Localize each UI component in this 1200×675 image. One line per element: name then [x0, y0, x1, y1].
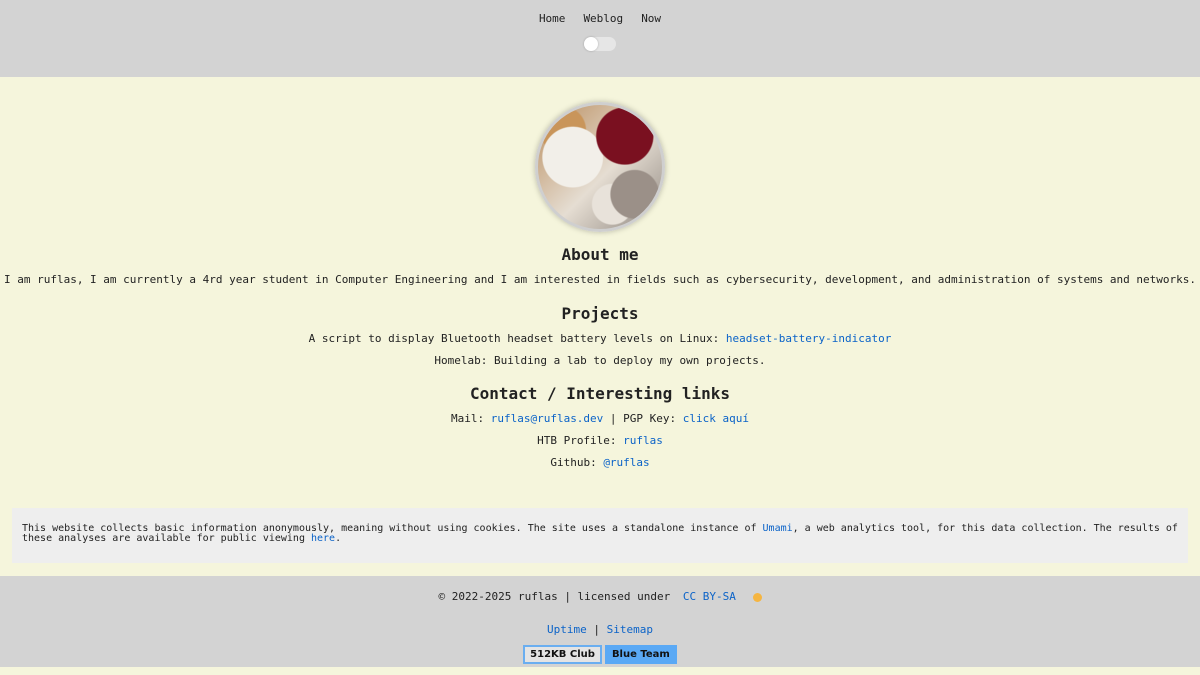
mail-label: Mail:	[450, 412, 491, 425]
site-footer: © 2022-2025 ruflas | licensed under CC B…	[0, 576, 1200, 667]
license-link[interactable]: CC BY-SA	[683, 590, 736, 603]
analytics-notice: This website collects basic information …	[12, 508, 1188, 563]
sitemap-link[interactable]: Sitemap	[607, 623, 653, 636]
emoji-icon	[752, 592, 762, 602]
pgp-label: | PGP Key:	[603, 412, 683, 425]
contact-htb-row: HTB Profile: ruflas	[0, 435, 1200, 447]
main-content: About me I am ruflas, I am currently a 4…	[0, 102, 1200, 563]
nav-weblog[interactable]: Weblog	[583, 12, 623, 25]
site-header: Home Weblog Now	[0, 0, 1200, 77]
contact-heading: Contact / Interesting links	[469, 384, 731, 403]
copyright-text: © 2022-2025 ruflas | licensed under	[438, 590, 671, 603]
github-link[interactable]: @ruflas	[603, 456, 649, 469]
headset-battery-indicator-link[interactable]: headset-battery-indicator	[726, 332, 892, 345]
nav-now[interactable]: Now	[641, 12, 661, 25]
notice-text-3: .	[335, 533, 342, 544]
projects-heading: Projects	[561, 304, 639, 323]
analytics-here-link[interactable]: here	[311, 533, 335, 544]
blue-team-badge[interactable]: Blue Team	[604, 645, 677, 664]
htb-label: HTB Profile:	[537, 434, 624, 447]
theme-toggle[interactable]	[584, 37, 616, 51]
contact-mail-row: Mail: ruflas@ruflas.dev | PGP Key: click…	[0, 413, 1200, 425]
uptime-link[interactable]: Uptime	[547, 623, 587, 636]
pgp-key-link[interactable]: click aquí	[683, 412, 749, 425]
htb-profile-link[interactable]: ruflas	[623, 434, 663, 447]
about-text: I am ruflas, I am currently a 4rd year s…	[3, 273, 1197, 286]
mail-link[interactable]: ruflas@ruflas.dev	[491, 412, 604, 425]
project-item-homelab: Homelab: Building a lab to deploy my own…	[434, 354, 766, 367]
contact-github-row: Github: @ruflas	[0, 457, 1200, 469]
umami-link[interactable]: Umami	[763, 523, 793, 534]
footer-separator: |	[593, 623, 600, 636]
footer-links: Uptime | Sitemap	[0, 623, 1200, 636]
project-item-battery: A script to display Bluetooth headset ba…	[0, 333, 1200, 345]
footer-badges: 512KB Club Blue Team	[0, 645, 1200, 664]
about-heading: About me	[561, 245, 639, 264]
github-label: Github:	[550, 456, 604, 469]
main-nav: Home Weblog Now	[539, 12, 661, 25]
club-512kb-badge[interactable]: 512KB Club	[523, 645, 602, 664]
copyright-line: © 2022-2025 ruflas | licensed under CC B…	[0, 590, 1200, 603]
project-item-text: A script to display Bluetooth headset ba…	[308, 332, 726, 345]
nav-home[interactable]: Home	[539, 12, 566, 25]
avatar	[535, 102, 665, 232]
toggle-knob	[584, 37, 598, 51]
